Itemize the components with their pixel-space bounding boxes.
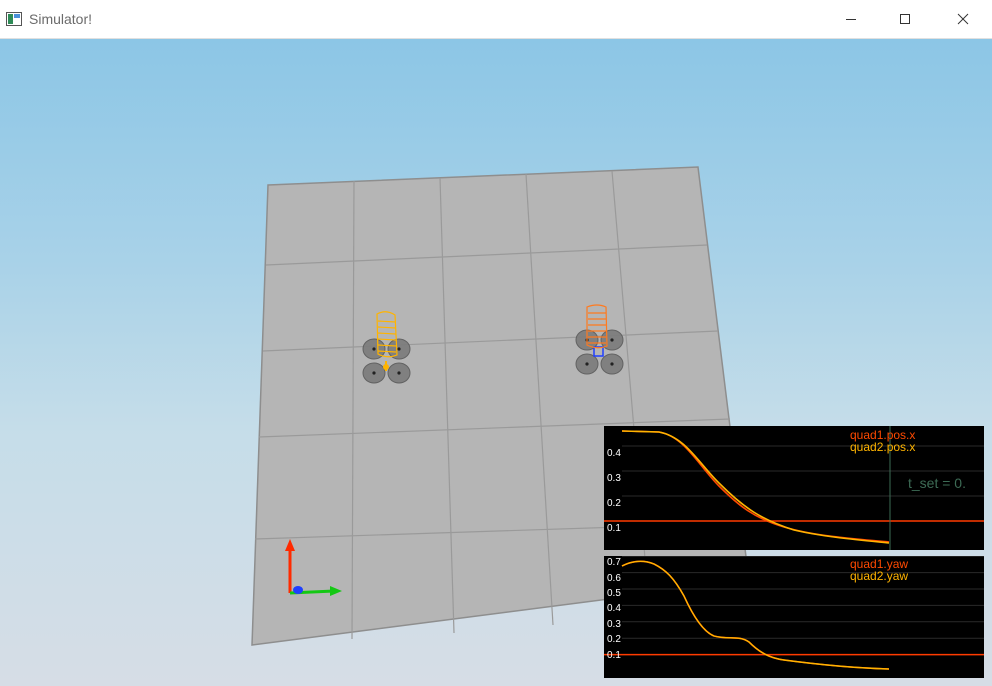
- close-icon: [957, 13, 969, 25]
- simulator-viewport[interactable]: 0.4 0.3 0.2 0.1 quad1.pos.x quad2.pos.x …: [0, 39, 992, 686]
- y-tick-label: 0.1: [607, 523, 621, 534]
- close-button[interactable]: [940, 0, 986, 38]
- y-tick-label: 0.3: [607, 619, 621, 630]
- yaw-plot[interactable]: 0.7 0.6 0.5 0.4 0.3 0.2 0.1 quad1.yaw qu…: [604, 556, 984, 678]
- y-tick-label: 0.3: [607, 473, 621, 484]
- pos-x-plot[interactable]: 0.4 0.3 0.2 0.1 quad1.pos.x quad2.pos.x …: [604, 426, 984, 550]
- t-set-annotation: t_set = 0.: [908, 475, 966, 491]
- series-quad2-pos-x: [621, 430, 890, 544]
- y-tick-label: 0.1: [607, 650, 621, 661]
- y-tick-label: 0.5: [607, 588, 621, 599]
- y-tick-label: 0.2: [607, 498, 621, 509]
- yaw-plot-canvas: [604, 556, 984, 670]
- legend-quad2-pos-x: quad2.pos.x: [850, 440, 916, 454]
- y-tick-label: 0.4: [607, 603, 621, 614]
- y-tick-label: 0.7: [607, 557, 621, 568]
- maximize-icon: [900, 14, 910, 24]
- y-tick-label: 0.4: [607, 448, 621, 459]
- app-icon: [6, 12, 22, 26]
- series-quad1-pos-x: [621, 430, 890, 543]
- series-quad2-yaw: [621, 560, 890, 670]
- minimize-button[interactable]: [828, 0, 874, 38]
- legend-quad2-yaw: quad2.yaw: [850, 569, 909, 583]
- title-bar[interactable]: Simulator!: [0, 0, 992, 39]
- window-title: Simulator!: [29, 11, 93, 27]
- series-quad1-yaw: [621, 560, 890, 670]
- y-tick-label: 0.6: [607, 573, 621, 584]
- maximize-button[interactable]: [882, 0, 928, 38]
- y-tick-label: 0.2: [607, 634, 621, 645]
- minimize-icon: [846, 19, 856, 20]
